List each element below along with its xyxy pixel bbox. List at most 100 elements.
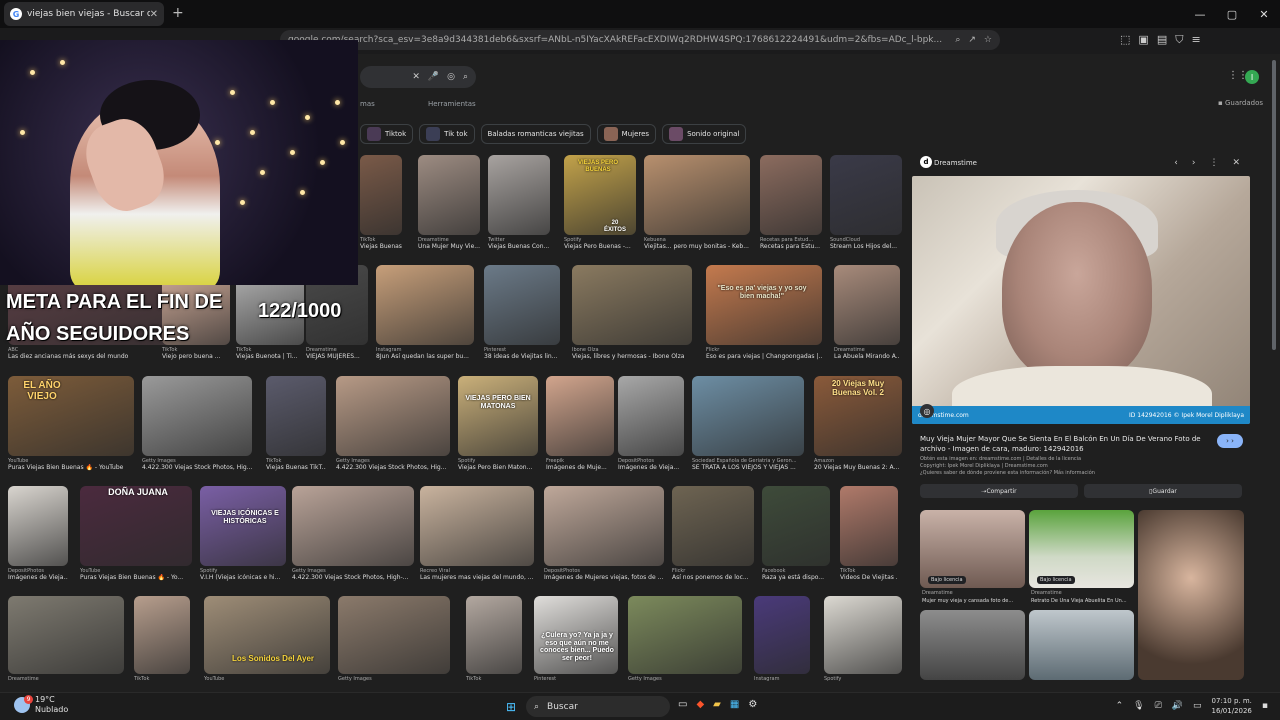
settings-gear-icon[interactable]: ⚙ xyxy=(748,699,757,710)
panel-source[interactable]: Dreamstime xyxy=(934,159,977,167)
result-caption[interactable]: 20 Viejas Muy Buenas 2: A... xyxy=(814,464,902,471)
share-button[interactable]: ⇢ Compartir xyxy=(920,484,1078,498)
result-thumbnail[interactable] xyxy=(644,155,750,235)
result-caption[interactable]: Viejo pero buena ... xyxy=(162,353,230,360)
notifications-icon[interactable]: ▪ xyxy=(1262,701,1268,711)
address-bar[interactable]: google.com/search?sca_esv=3e8a9d344381de… xyxy=(280,30,1000,50)
result-thumbnail[interactable] xyxy=(830,155,902,235)
result-thumbnail[interactable] xyxy=(420,486,534,566)
image-result[interactable]: Getty Images 4.422.300 Viejas Stock Photo… xyxy=(292,486,414,581)
result-caption[interactable]: Viejas Buenas | Vie... xyxy=(360,243,402,250)
result-caption[interactable]: Imágenes de Muje... xyxy=(546,464,614,471)
more-options-icon[interactable]: ⋮ xyxy=(1209,158,1218,168)
result-caption[interactable]: 8Jun Así quedan las super bu... xyxy=(376,353,474,360)
result-thumbnail[interactable] xyxy=(376,265,474,345)
nav-more[interactable]: mas xyxy=(360,100,375,108)
result-caption[interactable]: Viejas, libres y hermosas - Ibone Olza xyxy=(572,353,692,360)
voice-search-icon[interactable]: 🎤 xyxy=(428,72,439,82)
result-caption[interactable]: Puras Viejas Bien Buenas 🔥 - YouTube xyxy=(8,464,134,471)
saved-link[interactable]: ▪ Guardados xyxy=(1218,99,1263,107)
image-result[interactable]: Twitter Viejas Buenas Con... xyxy=(488,155,550,250)
result-caption[interactable]: Viejas Pero Bien Maton... xyxy=(458,464,538,471)
page-scrollbar[interactable] xyxy=(1272,60,1276,350)
image-result[interactable]: DepositPhotos Imágenes de Mujeres viejas,… xyxy=(544,486,664,581)
image-result[interactable]: DepositPhotos Imágenes de Vieja... xyxy=(618,376,684,471)
result-thumbnail[interactable] xyxy=(692,376,804,456)
result-caption[interactable]: 4.422.300 Viejas Stock Photos, High-... xyxy=(292,574,414,581)
chip-tik-tok[interactable]: Tik tok xyxy=(419,124,475,144)
volume-icon[interactable]: 🔊 xyxy=(1172,701,1183,711)
store-icon[interactable]: ▦ xyxy=(730,699,739,710)
result-thumbnail[interactable] xyxy=(418,155,480,235)
image-result[interactable]: TikTok Viejas Buenas TikT... xyxy=(266,376,326,471)
result-caption[interactable]: 4.422.300 Viejas Stock Photos, Hig... xyxy=(142,464,252,471)
bookmark-star-icon[interactable]: ☆ xyxy=(984,35,992,45)
image-result[interactable]: Recetas para Estud... Recetas para Estu..… xyxy=(760,155,822,250)
chip-mujeres[interactable]: Mujeres xyxy=(596,124,657,144)
result-thumbnail[interactable] xyxy=(762,486,830,566)
maximize-button[interactable]: ▢ xyxy=(1216,0,1248,28)
result-thumbnail[interactable] xyxy=(458,376,538,456)
image-result[interactable]: Spotify V.I.H (Viejas icónicas e hi... xyxy=(200,486,286,581)
chip-baladas[interactable]: Baladas romanticas viejitas xyxy=(480,124,591,144)
result-caption[interactable]: VIEJAS MUJERES... xyxy=(306,353,368,360)
image-result[interactable]: Dreamstime xyxy=(8,596,124,682)
chip-sonido-original[interactable]: Sonido original xyxy=(662,124,747,144)
image-result[interactable]: SoundCloud Stream Los Hijos del... xyxy=(830,155,902,250)
result-thumbnail[interactable] xyxy=(834,265,900,345)
result-caption[interactable]: Stream Los Hijos del... xyxy=(830,243,902,250)
result-caption[interactable]: Una Mujer Muy Vie... xyxy=(418,243,480,250)
image-result[interactable]: Instagram xyxy=(754,596,810,682)
extensions-icon[interactable]: ⬚ xyxy=(1120,33,1130,47)
weather-widget[interactable]: 9 19°C Nublado xyxy=(14,695,68,715)
result-thumbnail[interactable] xyxy=(546,376,614,456)
result-caption[interactable]: Recetas para Estu... xyxy=(760,243,822,250)
result-thumbnail[interactable] xyxy=(824,596,902,674)
search-box[interactable]: ✕ 🎤 ◎ ⌕ xyxy=(360,66,476,88)
related-image[interactable] xyxy=(1138,510,1244,680)
mic-icon[interactable]: 🎙 xyxy=(1133,701,1144,711)
result-caption[interactable]: Imágenes de Mujeres viejas, fotos de ... xyxy=(544,574,664,581)
result-thumbnail[interactable] xyxy=(142,376,252,456)
battery-icon[interactable]: ▭ xyxy=(1193,701,1202,711)
nav-tools[interactable]: Herramientas xyxy=(428,100,476,108)
result-thumbnail[interactable] xyxy=(292,486,414,566)
image-result[interactable]: Dreamstime La Abuela Mirando A... xyxy=(834,265,900,360)
brave-browser-icon[interactable]: ◆ xyxy=(696,699,704,710)
result-caption[interactable]: La Abuela Mirando A... xyxy=(834,353,900,360)
result-thumbnail[interactable] xyxy=(360,155,402,235)
image-result[interactable]: Getty Images 4.422.300 Viejas Stock Photo… xyxy=(336,376,450,471)
result-caption[interactable]: Viejas Pero Buenas -... xyxy=(564,243,636,250)
result-caption[interactable]: SE TRATA A LOS VIEJOS Y VIEJAS ... xyxy=(692,464,804,471)
image-result[interactable]: Getty Images xyxy=(338,596,450,682)
result-caption[interactable]: 38 ideas de Viejitas lin... xyxy=(484,353,560,360)
image-result[interactable]: TikTok xyxy=(134,596,190,682)
related-image[interactable] xyxy=(1029,610,1134,680)
result-thumbnail[interactable] xyxy=(8,596,124,674)
next-icon[interactable]: › xyxy=(1192,158,1196,168)
tab-close-icon[interactable]: ✕ xyxy=(150,9,158,20)
image-result[interactable]: Freepik Imágenes de Muje... xyxy=(546,376,614,471)
result-thumbnail[interactable] xyxy=(840,486,898,566)
image-result[interactable]: Recreo Viral Las mujeres mas viejas del m… xyxy=(420,486,534,581)
result-caption[interactable]: Imágenes de Vieja... xyxy=(8,574,68,581)
result-caption[interactable]: Eso es para viejas | Changoongadas |... xyxy=(706,353,822,360)
image-result[interactable]: Ibone Olza Viejas, libres y hermosas - Ib… xyxy=(572,265,692,360)
image-result[interactable]: Dreamstime Una Mujer Muy Vie... xyxy=(418,155,480,250)
related-caption[interactable]: Mujer muy vieja y cansada foto de... xyxy=(922,598,1013,604)
image-result[interactable]: Instagram 8Jun Así quedan las super bu... xyxy=(376,265,474,360)
image-result[interactable]: YouTube Puras Viejas Bien Buenas 🔥 - Yo..… xyxy=(80,486,192,581)
image-result[interactable]: TikTokViejas Buenas | Vie... xyxy=(360,155,402,250)
result-caption[interactable]: Así nos ponemos de loc... xyxy=(672,574,754,581)
clock[interactable]: 07:10 p. m. 16/01/2026 xyxy=(1212,696,1252,716)
image-result[interactable]: Kebuena Viejitas... pero muy bonitas - Ke… xyxy=(644,155,750,250)
result-caption[interactable]: Videos De Viejitas ... xyxy=(840,574,898,581)
prev-icon[interactable]: ‹ xyxy=(1174,158,1178,168)
wallet-icon[interactable]: ▤ xyxy=(1157,33,1167,47)
lens-search-icon[interactable]: ◎ xyxy=(920,404,934,418)
image-result[interactable]: DepositPhotos Imágenes de Vieja... xyxy=(8,486,68,581)
result-thumbnail[interactable] xyxy=(466,596,522,674)
result-caption[interactable]: Raza ya está dispo... xyxy=(762,574,830,581)
chevron-up-icon[interactable]: ⌃ xyxy=(1116,701,1124,711)
minimize-button[interactable]: — xyxy=(1184,0,1216,28)
